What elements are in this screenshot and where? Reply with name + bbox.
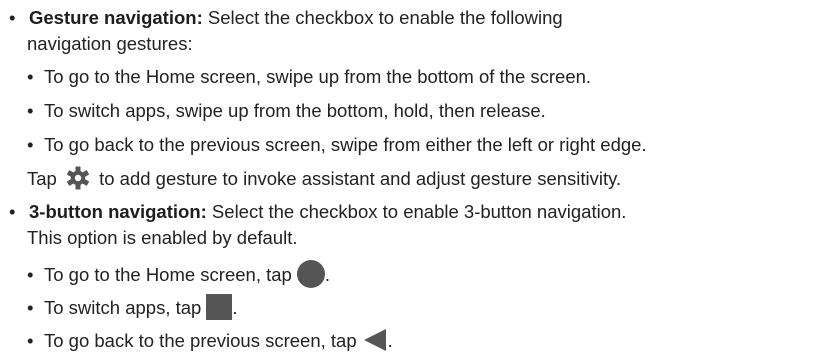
gesture-description-line-1: Select the checkbox to enable the follow… bbox=[202, 7, 563, 28]
button-description-line-2: This option is enabled by default. bbox=[27, 227, 298, 248]
help-document: Gesture navigation: Select the checkbox … bbox=[0, 0, 819, 362]
sub-item-text: To go to the Home screen, tap bbox=[44, 264, 292, 285]
term-3-button-navigation: 3-button navigation: bbox=[29, 201, 207, 222]
bullet bbox=[9, 200, 29, 224]
sub-bullet bbox=[27, 329, 44, 353]
list-item-gesture-switch: To switch apps, swipe up from the bottom… bbox=[27, 99, 546, 123]
sub-bullet bbox=[27, 133, 44, 157]
sub-item-text: To switch apps, tap bbox=[44, 297, 202, 318]
list-item-gesture-navigation: Gesture navigation: Select the checkbox … bbox=[9, 6, 563, 30]
term-gesture-navigation: Gesture navigation: bbox=[29, 7, 203, 28]
tap-prefix: Tap bbox=[27, 168, 57, 189]
gesture-description-line-2: navigation gestures: bbox=[27, 33, 193, 54]
list-item-gesture-back: To go back to the previous screen, swipe… bbox=[27, 133, 647, 157]
back-triangle-icon bbox=[363, 329, 386, 351]
sub-bullet bbox=[27, 99, 44, 123]
list-item-button-back: To go back to the previous screen, tap. bbox=[27, 327, 393, 351]
sub-item-end: . bbox=[387, 330, 393, 351]
list-item-3-button-navigation: 3-button navigation: Select the checkbox… bbox=[9, 200, 626, 224]
sub-bullet bbox=[27, 263, 44, 287]
recents-square-icon bbox=[206, 294, 233, 320]
tap-suffix: to add gesture to invoke assistant and a… bbox=[99, 168, 622, 189]
list-item-button-switch: To switch apps, tap. bbox=[27, 294, 238, 320]
home-circle-icon bbox=[296, 260, 325, 288]
sub-item-text: To go back to the previous screen, swipe… bbox=[44, 134, 647, 155]
sub-bullet bbox=[27, 296, 44, 320]
sub-item-end: . bbox=[324, 264, 330, 285]
button-description-line-1: Select the checkbox to enable 3-button n… bbox=[206, 201, 627, 222]
sub-item-text: To go back to the previous screen, tap bbox=[44, 330, 357, 351]
bullet bbox=[9, 6, 29, 30]
gear-icon bbox=[66, 166, 89, 190]
gesture-settings-note: Tap to add gesture to invoke assistant a… bbox=[27, 166, 621, 190]
list-item-button-home: To go to the Home screen, tap. bbox=[27, 260, 330, 288]
list-item-gesture-home: To go to the Home screen, swipe up from … bbox=[27, 65, 591, 89]
sub-item-text: To go to the Home screen, swipe up from … bbox=[44, 66, 592, 87]
sub-bullet bbox=[27, 65, 44, 89]
sub-item-end: . bbox=[232, 297, 238, 318]
sub-item-text: To switch apps, swipe up from the bottom… bbox=[44, 100, 546, 121]
